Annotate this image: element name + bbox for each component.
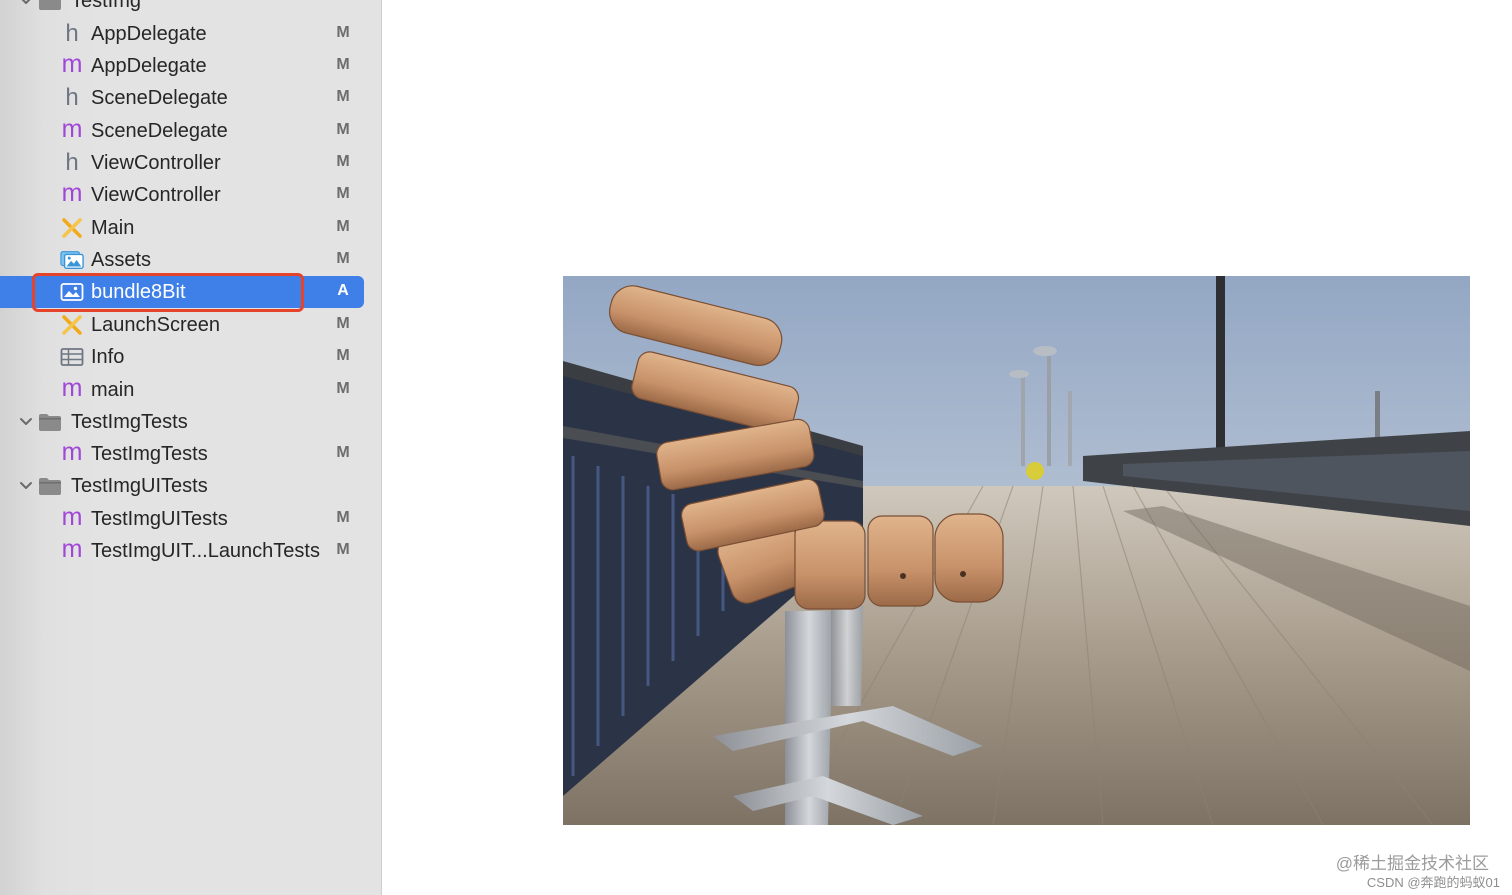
objc-file-icon: m (61, 373, 83, 402)
scm-status-badge: M (336, 185, 350, 202)
file-label: TestImgUITests (91, 508, 228, 530)
scm-status-badge: M (336, 315, 350, 332)
file-label: SceneDelegate (91, 87, 228, 109)
scm-status-badge: M (336, 380, 350, 397)
file-label: LaunchScreen (91, 314, 220, 336)
file-label: SceneDelegate (91, 120, 228, 142)
file-label: ViewController (91, 184, 221, 206)
image-preview (563, 276, 1470, 825)
file-label: ViewController (91, 152, 221, 174)
annotation-highlight-box (32, 273, 304, 312)
file-label: AppDelegate (91, 55, 207, 77)
scm-status-badge: M (336, 121, 350, 138)
file-label: Assets (91, 249, 152, 271)
folder-icon (38, 474, 62, 498)
scm-status-badge: A (337, 282, 349, 299)
navigator-item-testimgtests-m[interactable]: m TestImgTests M (0, 438, 381, 470)
navigator-item-appdelegate-h[interactable]: h AppDelegate M (0, 18, 381, 50)
scm-status-badge: M (336, 347, 350, 364)
navigator-item-scenedelegate-m[interactable]: m SceneDelegate M (0, 115, 381, 147)
file-label: Main (91, 217, 135, 239)
scm-status-badge: M (336, 541, 350, 558)
navigator-item-viewcontroller-h[interactable]: h ViewController M (0, 147, 381, 179)
chevron-down-icon[interactable] (18, 478, 34, 494)
bench-photo (563, 276, 1470, 825)
folder-icon (38, 410, 62, 434)
navigator-item-assets[interactable]: Assets M (0, 244, 381, 276)
file-label: Info (91, 346, 125, 368)
navigator-item-main-m[interactable]: m main M (0, 374, 381, 406)
header-file-icon: h (65, 149, 79, 176)
folder-icon (38, 0, 62, 13)
file-label: TestImgUIT...LaunchTests (91, 540, 320, 562)
file-label: TestImgTests (91, 443, 208, 465)
navigator-item-launchtests-m[interactable]: m TestImgUIT...LaunchTests M (0, 535, 381, 567)
scm-status-badge: M (336, 153, 350, 170)
project-navigator: TestImg h AppDelegate M m AppDelegate M … (0, 0, 382, 895)
objc-file-icon: m (61, 49, 83, 78)
objc-file-icon: m (61, 178, 83, 207)
storyboard-icon (60, 313, 84, 337)
file-label: AppDelegate (91, 23, 207, 45)
navigator-item-info-plist[interactable]: Info M (0, 341, 381, 373)
group-label: TestImg (71, 0, 142, 12)
objc-file-icon: m (61, 114, 83, 143)
file-label: main (91, 379, 135, 401)
header-file-icon: h (65, 84, 79, 111)
navigator-group-testimgtests[interactable]: TestImgTests (0, 406, 381, 438)
scm-status-badge: M (336, 88, 350, 105)
navigator-group-testimguitests[interactable]: TestImgUITests (0, 470, 381, 502)
navigator-item-appdelegate-m[interactable]: m AppDelegate M (0, 50, 381, 82)
scm-status-badge: M (336, 56, 350, 73)
scm-status-badge: M (336, 218, 350, 235)
watermark-csdn: CSDN @奔跑的蚂蚁01 (1366, 875, 1500, 890)
storyboard-icon (60, 216, 84, 240)
scm-status-badge: M (336, 509, 350, 526)
objc-file-icon: m (61, 534, 83, 563)
header-file-icon: h (65, 20, 79, 47)
navigator-item-launchscreen[interactable]: LaunchScreen M (0, 309, 381, 341)
navigator-item-viewcontroller-m[interactable]: m ViewController M (0, 179, 381, 211)
objc-file-icon: m (61, 502, 83, 531)
scm-status-badge: M (336, 24, 350, 41)
navigator-item-testimguitests-m[interactable]: m TestImgUITests M (0, 503, 381, 535)
plist-icon (60, 345, 84, 369)
chevron-down-icon[interactable] (18, 0, 34, 9)
scm-status-badge: M (336, 250, 350, 267)
navigator-item-scenedelegate-h[interactable]: h SceneDelegate M (0, 82, 381, 114)
navigator-group-testimg[interactable]: TestImg (0, 0, 381, 17)
group-label: TestImgTests (71, 411, 188, 433)
scm-status-badge: M (336, 444, 350, 461)
objc-file-icon: m (61, 437, 83, 466)
asset-catalog-icon (60, 248, 84, 272)
chevron-down-icon[interactable] (18, 414, 34, 430)
navigator-item-main-storyboard[interactable]: Main M (0, 212, 381, 244)
watermark-juejin: @稀土掘金技术社区 (1335, 854, 1489, 873)
group-label: TestImgUITests (71, 475, 208, 497)
